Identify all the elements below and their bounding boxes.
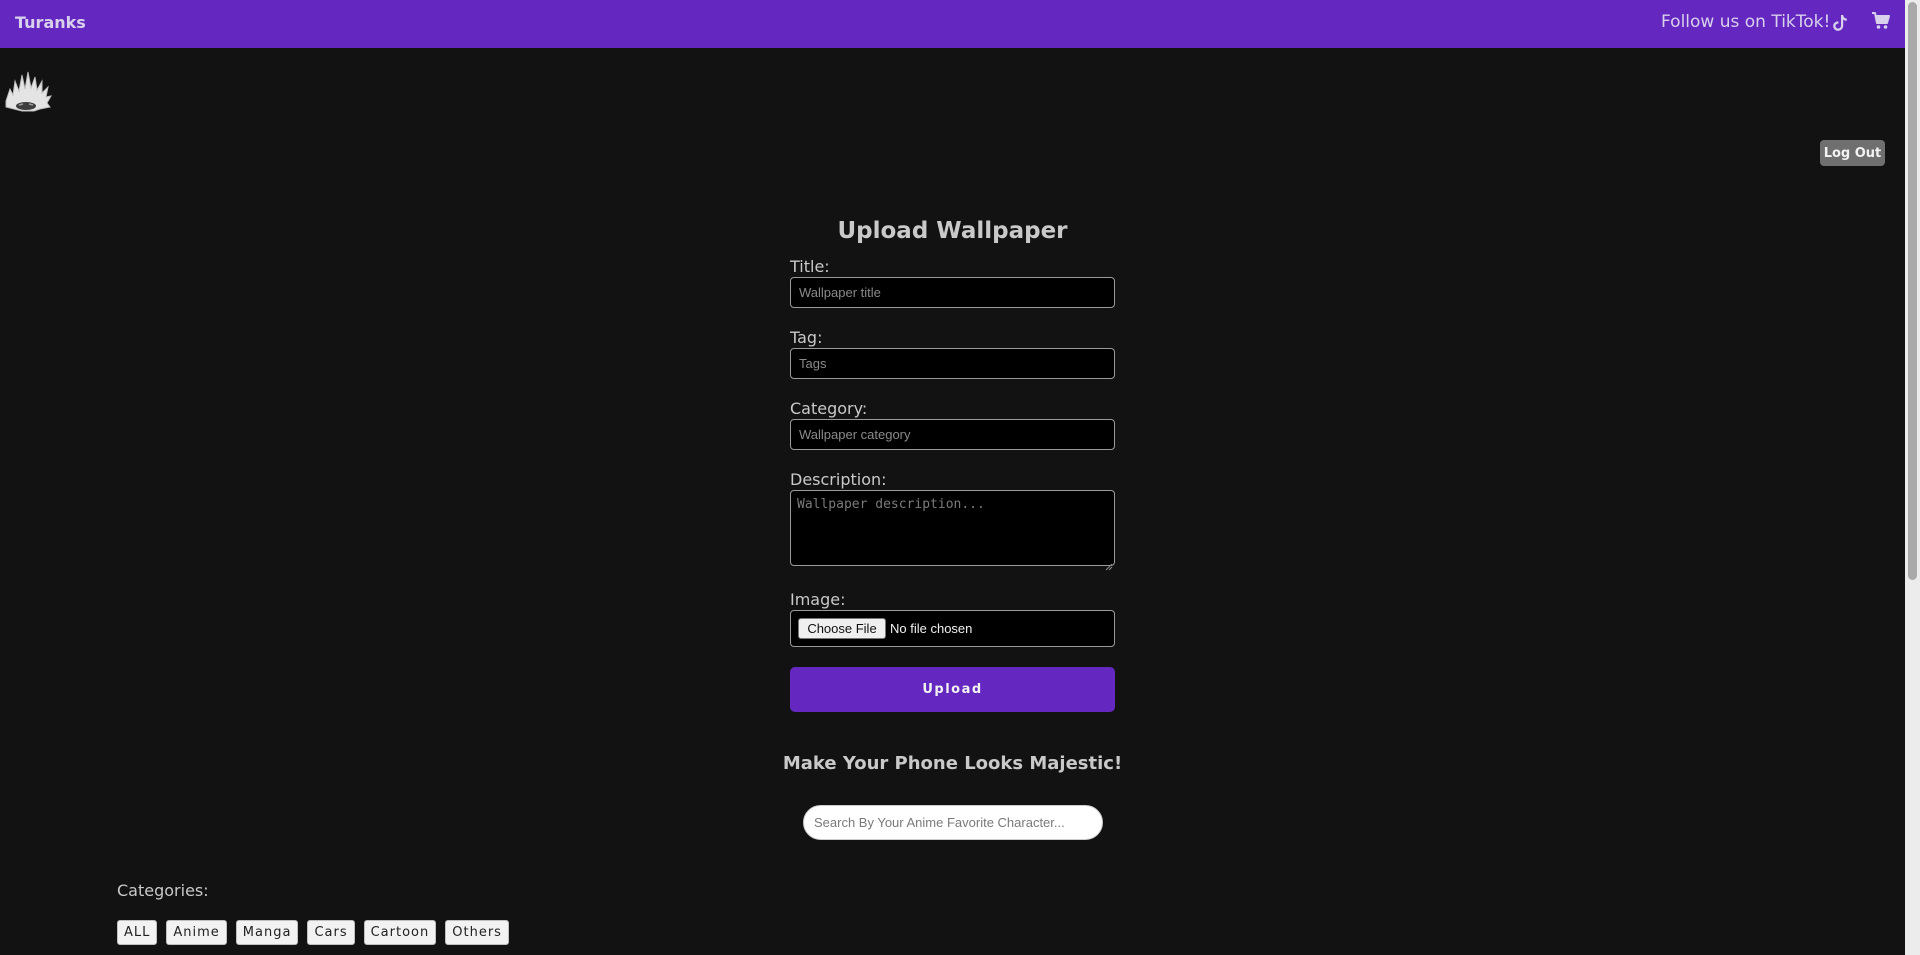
- character-search-input[interactable]: [803, 805, 1103, 840]
- description-label: Description:: [790, 470, 887, 489]
- categories-label: Categories:: [117, 881, 209, 900]
- site-logo[interactable]: [4, 69, 52, 113]
- category-filter-list: ALL Anime Manga Cars Cartoon Others: [117, 920, 509, 945]
- scrollbar-thumb[interactable]: [1908, 2, 1917, 580]
- tag-label: Tag:: [790, 328, 823, 347]
- category-button-manga[interactable]: Manga: [235, 920, 299, 945]
- category-button-all[interactable]: ALL: [117, 920, 158, 945]
- tag-input[interactable]: [790, 348, 1115, 379]
- category-button-cartoon[interactable]: Cartoon: [363, 920, 437, 945]
- brand-link[interactable]: Turanks: [15, 13, 86, 32]
- choose-file-button[interactable]: Choose File: [798, 618, 886, 639]
- category-input[interactable]: [790, 419, 1115, 450]
- title-input[interactable]: [790, 277, 1115, 308]
- cart-icon[interactable]: [1871, 11, 1891, 31]
- vertical-scrollbar[interactable]: [1905, 0, 1920, 955]
- file-status-text: No file chosen: [890, 621, 973, 636]
- category-button-others[interactable]: Others: [445, 920, 509, 945]
- tiktok-follow-link[interactable]: Follow us on TikTok!: [1661, 12, 1830, 32]
- category-button-cars[interactable]: Cars: [307, 920, 355, 945]
- tiktok-icon[interactable]: [1832, 14, 1848, 32]
- image-file-input[interactable]: Choose File No file chosen: [790, 610, 1115, 647]
- description-textarea[interactable]: [790, 490, 1115, 566]
- title-label: Title:: [790, 257, 830, 276]
- resize-grip-icon[interactable]: [1105, 556, 1113, 571]
- hero-tagline: Make Your Phone Looks Majestic!: [782, 753, 1123, 774]
- category-label: Category:: [790, 399, 868, 418]
- upload-form-title: Upload Wallpaper: [837, 218, 1068, 244]
- upload-button[interactable]: Upload: [790, 667, 1115, 712]
- category-button-anime[interactable]: Anime: [166, 920, 227, 945]
- image-label: Image:: [790, 590, 846, 609]
- logout-button[interactable]: Log Out: [1820, 140, 1885, 166]
- page: Turanks Follow us on TikTok! Log Out Upl…: [0, 0, 1920, 955]
- top-navbar: Turanks Follow us on TikTok!: [0, 0, 1905, 48]
